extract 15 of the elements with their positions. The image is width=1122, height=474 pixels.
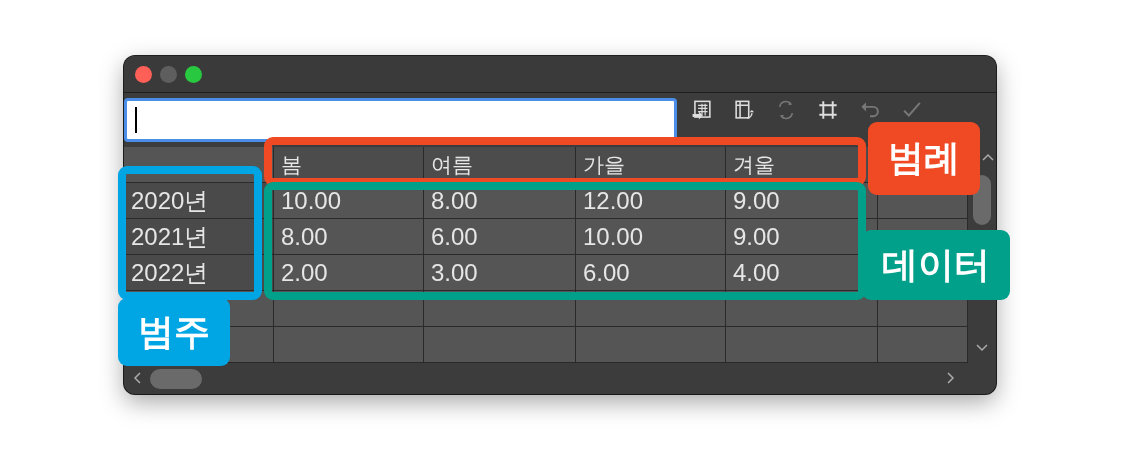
chevron-left-icon[interactable] bbox=[132, 371, 142, 385]
input-field[interactable] bbox=[124, 98, 677, 142]
close-button[interactable] bbox=[135, 65, 152, 83]
chevron-up-icon[interactable] bbox=[981, 152, 995, 162]
chevron-right-icon[interactable] bbox=[946, 371, 956, 385]
callout-label: 데이터 bbox=[862, 230, 1010, 300]
callout-label: 범례 bbox=[868, 122, 980, 195]
text-cursor bbox=[135, 107, 137, 133]
transpose-icon[interactable] bbox=[733, 99, 755, 121]
chevron-down-icon[interactable] bbox=[975, 343, 989, 353]
grid-icon[interactable] bbox=[817, 99, 839, 121]
callout-label: 범주 bbox=[118, 298, 230, 366]
table-import-icon[interactable] bbox=[691, 99, 713, 121]
zoom-button[interactable] bbox=[185, 65, 202, 83]
scroll-thumb[interactable] bbox=[150, 369, 202, 389]
